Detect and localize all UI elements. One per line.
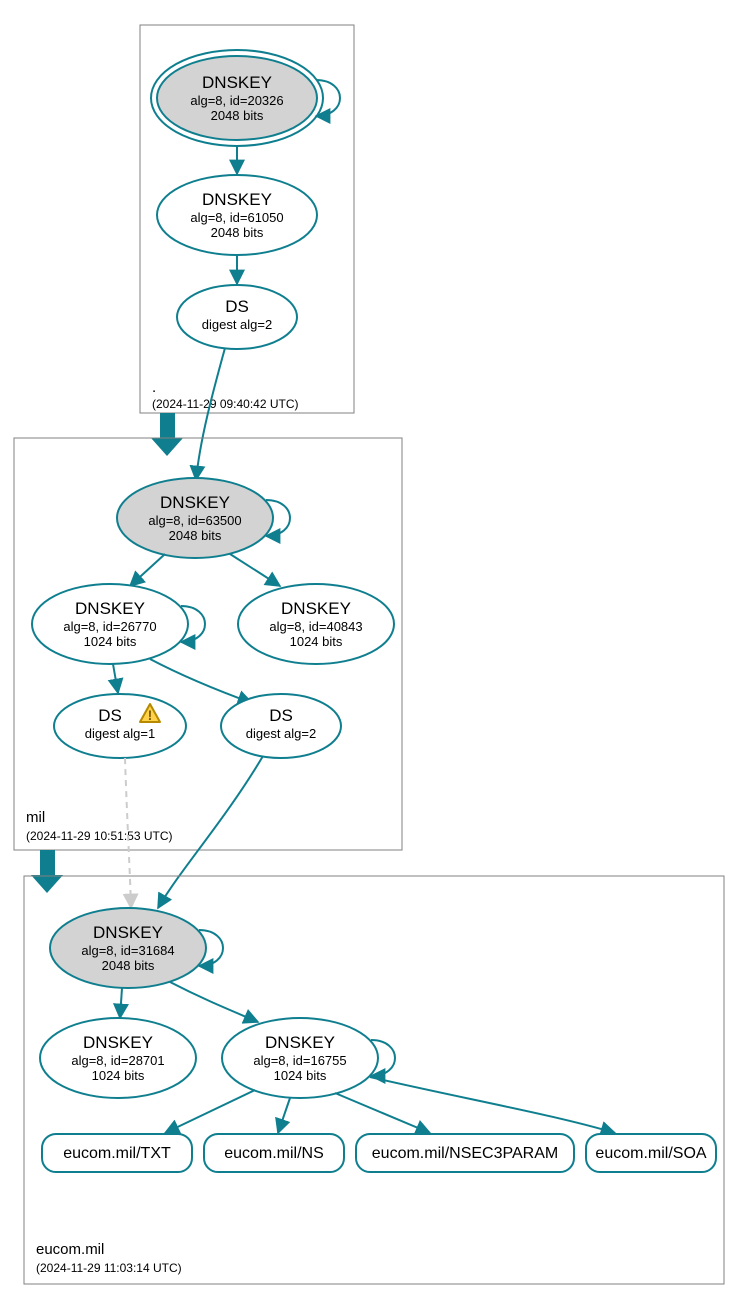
zone-root-timestamp: (2024-11-29 09:40:42 UTC)	[152, 397, 299, 411]
zone-mil-label: mil	[26, 809, 45, 826]
svg-text:!: !	[148, 707, 153, 723]
svg-text:alg=8, id=28701: alg=8, id=28701	[71, 1053, 164, 1068]
edge-mil-ksk-to-zsk1	[130, 554, 165, 586]
svg-text:alg=8, id=16755: alg=8, id=16755	[253, 1053, 346, 1068]
svg-text:DNSKEY: DNSKEY	[75, 599, 145, 618]
edge-k3-to-txt	[165, 1090, 255, 1133]
svg-text:alg=8, id=61050: alg=8, id=61050	[190, 210, 283, 225]
svg-text:DNSKEY: DNSKEY	[265, 1033, 335, 1052]
svg-text:DS: DS	[98, 706, 122, 725]
svg-text:DNSKEY: DNSKEY	[93, 923, 163, 942]
zone-mil-timestamp: (2024-11-29 10:51:53 UTC)	[26, 829, 173, 843]
svg-text:DNSKEY: DNSKEY	[281, 599, 351, 618]
svg-text:1024 bits: 1024 bits	[290, 634, 343, 649]
node-mil-ksk[interactable]: DNSKEY alg=8, id=63500 2048 bits	[117, 478, 273, 558]
edge-eucom-ksk-to-k2	[120, 988, 122, 1018]
svg-text:eucom.mil/NSEC3PARAM: eucom.mil/NSEC3PARAM	[372, 1145, 558, 1162]
zone-eucom-timestamp: (2024-11-29 11:03:14 UTC)	[36, 1261, 182, 1275]
node-eucom-ksk[interactable]: DNSKEY alg=8, id=31684 2048 bits	[50, 908, 206, 988]
svg-text:eucom.mil/SOA: eucom.mil/SOA	[595, 1145, 706, 1162]
svg-text:2048 bits: 2048 bits	[211, 225, 264, 240]
svg-text:DS: DS	[225, 297, 249, 316]
svg-text:alg=8, id=63500: alg=8, id=63500	[148, 513, 241, 528]
svg-text:eucom.mil/NS: eucom.mil/NS	[224, 1145, 324, 1162]
node-root-ksk[interactable]: DNSKEY alg=8, id=20326 2048 bits	[151, 50, 323, 146]
node-root-zsk[interactable]: DNSKEY alg=8, id=61050 2048 bits	[157, 175, 317, 255]
edge-mil-zsk1-to-ds1	[113, 664, 118, 693]
edge-k3-to-ns	[278, 1098, 290, 1133]
edge-mil-ksk-to-zsk2	[230, 554, 280, 586]
svg-text:eucom.mil/TXT: eucom.mil/TXT	[63, 1145, 171, 1162]
svg-text:digest alg=2: digest alg=2	[202, 317, 272, 332]
node-root-ds[interactable]: DS digest alg=2	[177, 285, 297, 349]
svg-text:2048 bits: 2048 bits	[211, 108, 264, 123]
svg-text:digest alg=1: digest alg=1	[85, 726, 155, 741]
edge-k3-to-soa	[370, 1077, 615, 1133]
node-eucom-k3[interactable]: DNSKEY alg=8, id=16755 1024 bits	[222, 1018, 378, 1098]
edge-mil-zsk1-to-ds2	[150, 659, 252, 703]
svg-text:alg=8, id=40843: alg=8, id=40843	[269, 619, 362, 634]
svg-text:DNSKEY: DNSKEY	[160, 493, 230, 512]
svg-text:alg=8, id=26770: alg=8, id=26770	[63, 619, 156, 634]
rrset-nsec3param[interactable]: eucom.mil/NSEC3PARAM	[356, 1134, 574, 1172]
svg-text:DNSKEY: DNSKEY	[202, 190, 272, 209]
zone-eucom-label: eucom.mil	[36, 1241, 104, 1258]
svg-text:alg=8, id=20326: alg=8, id=20326	[190, 93, 283, 108]
svg-text:DS: DS	[269, 706, 293, 725]
edge-mil-ds2-to-eucom-ksk	[158, 756, 263, 908]
delegation-arrow-mil-to-eucom	[31, 850, 63, 893]
svg-text:1024 bits: 1024 bits	[92, 1068, 145, 1083]
edge-eucom-ksk-to-k3	[170, 982, 258, 1022]
node-mil-ds2[interactable]: DS digest alg=2	[221, 694, 341, 758]
rrset-ns[interactable]: eucom.mil/NS	[204, 1134, 344, 1172]
svg-text:2048 bits: 2048 bits	[169, 528, 222, 543]
svg-text:DNSKEY: DNSKEY	[202, 73, 272, 92]
rrset-soa[interactable]: eucom.mil/SOA	[586, 1134, 716, 1172]
edge-root-ds-to-mil-ksk	[196, 348, 225, 480]
svg-text:DNSKEY: DNSKEY	[83, 1033, 153, 1052]
svg-text:1024 bits: 1024 bits	[274, 1068, 327, 1083]
node-mil-zsk2[interactable]: DNSKEY alg=8, id=40843 1024 bits	[238, 584, 394, 664]
edge-k3-to-nsec3	[335, 1093, 430, 1133]
node-eucom-k2[interactable]: DNSKEY alg=8, id=28701 1024 bits	[40, 1018, 196, 1098]
delegation-arrow-root-to-mil	[151, 413, 183, 456]
svg-text:1024 bits: 1024 bits	[84, 634, 137, 649]
svg-text:2048 bits: 2048 bits	[102, 958, 155, 973]
svg-text:digest alg=2: digest alg=2	[246, 726, 316, 741]
svg-text:alg=8, id=31684: alg=8, id=31684	[81, 943, 174, 958]
node-mil-zsk1[interactable]: DNSKEY alg=8, id=26770 1024 bits	[32, 584, 188, 664]
rrset-txt[interactable]: eucom.mil/TXT	[42, 1134, 192, 1172]
node-mil-ds1[interactable]: DS digest alg=1 !	[54, 694, 186, 758]
zone-root-label: .	[152, 379, 156, 396]
